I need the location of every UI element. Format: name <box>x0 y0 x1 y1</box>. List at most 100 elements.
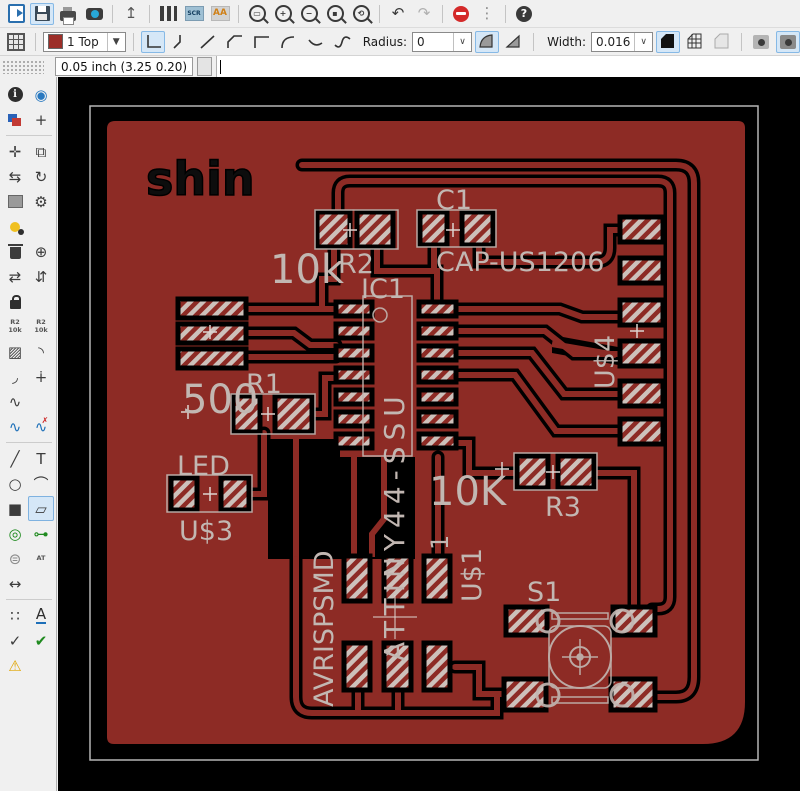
smd-pad[interactable] <box>617 214 666 245</box>
smd-pad[interactable] <box>617 255 666 286</box>
smd-pad[interactable] <box>416 343 459 363</box>
drop-file-icon[interactable]: ↥ <box>119 3 143 25</box>
command-input[interactable] <box>216 56 800 77</box>
chevron-down-icon[interactable]: ∨ <box>634 32 652 51</box>
tool-change-icon[interactable]: ⚙ <box>28 189 54 214</box>
open-board-icon[interactable] <box>4 3 28 25</box>
tool-hole-icon[interactable]: ⊜ <box>2 546 28 571</box>
tool-rotate-icon[interactable]: ↻ <box>28 164 54 189</box>
tool-route-icon[interactable]: ∿ <box>2 414 28 439</box>
tool-polygon-icon[interactable]: ▱ <box>28 496 54 521</box>
smd-pad[interactable] <box>333 365 375 385</box>
smd-pad[interactable] <box>416 321 459 341</box>
arc-left-button[interactable] <box>475 30 500 53</box>
tool-show-icon[interactable]: ◉ <box>28 82 54 107</box>
zoom-in-icon[interactable]: + <box>271 3 295 25</box>
tool-lock-icon[interactable] <box>2 289 28 314</box>
smd-pad[interactable] <box>354 209 396 250</box>
tool-via-icon[interactable]: ◎ <box>2 521 28 546</box>
tool-wire-icon[interactable]: ╱ <box>2 446 28 471</box>
tool-ratsnest-icon[interactable]: ∷ <box>2 603 28 628</box>
layer-select[interactable]: 1 Top ▼ <box>43 31 126 52</box>
print-icon[interactable] <box>56 3 80 25</box>
smd-pad[interactable] <box>333 431 375 451</box>
tool-smash-icon[interactable]: ▨ <box>2 339 28 364</box>
smd-pad[interactable] <box>218 475 252 513</box>
smd-pad[interactable] <box>341 640 373 693</box>
tool-dimension-icon[interactable]: ↔ <box>2 571 28 596</box>
smd-pad[interactable] <box>168 475 200 513</box>
smd-pad[interactable] <box>175 346 249 371</box>
text-menu-icon[interactable]: AA <box>208 3 232 25</box>
redo-icon[interactable]: ↷ <box>412 3 436 25</box>
tool-meander-icon[interactable]: ∿ <box>2 389 28 414</box>
tool-errors-icon[interactable]: ✔ <box>28 628 54 653</box>
bend-style-straight-button[interactable] <box>195 31 219 53</box>
polygon-hatch-button[interactable] <box>683 31 707 53</box>
tool-autoroute-icon[interactable]: A <box>28 603 54 628</box>
radius-combo[interactable]: 0 ∨ <box>412 31 473 52</box>
smd-pad[interactable] <box>333 321 375 341</box>
smd-pad[interactable] <box>341 553 373 604</box>
smd-pad[interactable] <box>416 299 459 319</box>
tool-pinswap-icon[interactable]: ⇄ <box>2 264 28 289</box>
tool-warning-icon[interactable]: ⚠ <box>2 653 28 678</box>
toolbar-grip[interactable] <box>2 59 44 74</box>
smd-pad[interactable] <box>617 378 666 409</box>
smd-pad[interactable] <box>175 321 249 346</box>
tool-copy-icon[interactable]: ⧉ <box>28 139 54 164</box>
stop-icon[interactable] <box>449 3 473 25</box>
tool-display-layers-icon[interactable] <box>2 107 28 132</box>
bend-style-arc-button[interactable] <box>276 31 300 53</box>
zoom-out-icon[interactable]: − <box>297 3 321 25</box>
tool-drc-icon[interactable]: ✓ <box>2 628 28 653</box>
tool-miter-icon[interactable]: ◝ <box>28 339 54 364</box>
tool-name-icon[interactable]: R2 10k <box>2 314 28 339</box>
arc-right-button[interactable] <box>502 31 526 53</box>
tool-move-icon[interactable]: ✛ <box>2 139 28 164</box>
tool-arc-icon[interactable]: ⌒ <box>28 471 54 496</box>
tool-mirror-icon[interactable]: ⇆ <box>2 164 28 189</box>
tool-split-icon[interactable]: ∔ <box>28 364 54 389</box>
tool-attribute-icon[interactable]: AT <box>28 546 54 571</box>
chevron-down-icon[interactable]: ▼ <box>106 32 125 51</box>
smd-pad[interactable] <box>421 640 453 693</box>
tool-optimize-icon[interactable]: ◞ <box>2 364 28 389</box>
bend-style-corner-button[interactable] <box>249 31 273 53</box>
zoom-select-icon[interactable]: ▪ <box>323 3 347 25</box>
tool-circle-icon[interactable]: ○ <box>2 471 28 496</box>
smd-pad[interactable] <box>333 343 375 363</box>
smd-pad[interactable] <box>333 387 375 407</box>
script-editor-icon[interactable]: SCR <box>182 3 206 25</box>
coord-mode-button[interactable] <box>197 57 212 76</box>
bend-style-freehand-button[interactable] <box>330 31 354 53</box>
tool-rect-icon[interactable]: ■ <box>2 496 28 521</box>
pcb-canvas[interactable]: shin10kR2C1CAP-US1206IC1ATTINY44-SSU500R… <box>58 77 800 791</box>
smd-pad[interactable] <box>416 431 459 451</box>
polygon-solid-button[interactable] <box>656 30 680 53</box>
smd-pad[interactable] <box>501 676 549 713</box>
export-image-icon[interactable] <box>82 3 106 25</box>
width-combo[interactable]: 0.016 ∨ <box>591 31 653 52</box>
tool-delete-icon[interactable] <box>2 239 28 264</box>
thermal-style-button[interactable] <box>776 30 800 53</box>
smd-pad[interactable] <box>617 416 666 447</box>
smd-pad[interactable] <box>514 453 551 491</box>
smd-pad[interactable] <box>617 297 666 328</box>
tool-text-icon[interactable]: T <box>28 446 54 471</box>
library-icon[interactable] <box>156 3 180 25</box>
undo-icon[interactable]: ↶ <box>386 3 410 25</box>
smd-pad[interactable] <box>175 296 249 321</box>
chevron-down-icon[interactable]: ∨ <box>453 32 471 51</box>
tool-signal-icon[interactable]: ⊶ <box>28 521 54 546</box>
bend-style-diag90-button[interactable] <box>168 31 192 53</box>
tool-group-icon[interactable] <box>2 189 28 214</box>
tool-ripup-icon[interactable]: ∿ <box>28 414 54 439</box>
bend-style-arc2-button[interactable] <box>303 31 327 53</box>
smd-pad[interactable] <box>459 209 496 248</box>
bend-style-90-button[interactable] <box>140 30 165 53</box>
grid-icon[interactable] <box>4 31 28 53</box>
smd-pad[interactable] <box>421 553 453 604</box>
smd-pad[interactable] <box>416 365 459 385</box>
smd-pad[interactable] <box>416 409 459 429</box>
